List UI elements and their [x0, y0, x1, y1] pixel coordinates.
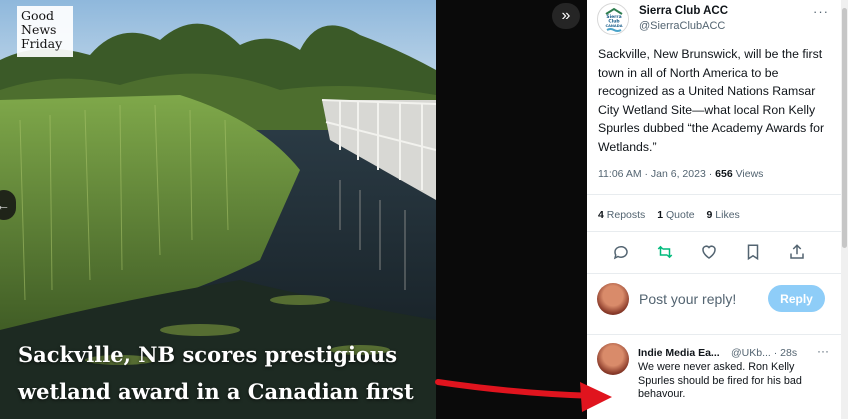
good-news-friday-logo: Good News Friday	[17, 6, 73, 57]
sierra-club-avatar[interactable]: Sierra Club CANADA	[597, 3, 629, 35]
divider	[587, 194, 841, 195]
reply-icon[interactable]	[611, 243, 631, 263]
tweet-text: Sackville, New Brunswick, will be the fi…	[598, 47, 825, 154]
arrow-left-icon: ←	[0, 197, 10, 213]
reposts-stat[interactable]: 4 Reposts	[598, 209, 645, 221]
user-avatar[interactable]	[597, 283, 629, 315]
author-handle[interactable]: @SierraClubACC	[639, 20, 725, 32]
tweet-actions	[611, 243, 821, 263]
tweet-time[interactable]: 11:06 AM · Jan 6, 2023 ·	[598, 168, 715, 180]
red-arrow-annotation	[435, 379, 612, 412]
tweet-timestamp: 11:06 AM · Jan 6, 2023 · 656 Views	[598, 168, 763, 180]
more-options-icon[interactable]: ···	[813, 4, 829, 19]
reply-composer: Reply	[597, 283, 837, 315]
article-headline: Sackville, NB scores prestigious wetland…	[18, 336, 436, 410]
more-options-icon[interactable]: ···	[817, 344, 829, 358]
reply-text: We were never asked. Ron Kelly Spurles s…	[638, 361, 802, 401]
expand-panel-button[interactable]: »	[552, 3, 580, 29]
screenshot-frame: Good News Friday ← Sackville, NB scores …	[0, 0, 848, 419]
tweet-author-row[interactable]: Sierra Club CANADA Sierra Club ACC @Sier…	[597, 2, 837, 36]
tweet-panel: Sierra Club CANADA Sierra Club ACC @Sier…	[587, 0, 841, 419]
logo-line-1: Good	[21, 8, 55, 23]
reply-author-handle[interactable]: @UKb... · 28s	[731, 347, 797, 359]
svg-text:CANADA: CANADA	[606, 24, 623, 28]
divider	[587, 334, 841, 335]
scrollbar-thumb[interactable]	[842, 8, 847, 248]
article-photo[interactable]: Good News Friday ← Sackville, NB scores …	[0, 0, 436, 419]
reply-input[interactable]	[639, 288, 769, 310]
likes-stat[interactable]: 9 Likes	[707, 209, 740, 221]
quotes-stat[interactable]: 1 Quote	[657, 209, 694, 221]
repost-icon[interactable]	[655, 243, 675, 263]
likes-count: 9	[706, 209, 713, 221]
headline-line-1: Sackville, NB scores prestigious	[18, 342, 398, 367]
headline-line-2: wetland award in a Canadian first	[18, 379, 414, 404]
reply-tweet[interactable]: Indie Media Ea... @UKb... · 28s ··· We w…	[597, 342, 837, 419]
double-chevron-right-icon: »	[561, 7, 571, 24]
divider	[587, 273, 841, 274]
quotes-count: 1	[657, 209, 664, 221]
author-name[interactable]: Sierra Club ACC	[639, 5, 728, 17]
divider	[587, 231, 841, 232]
share-icon[interactable]	[787, 243, 807, 263]
reposts-count: 4	[598, 209, 604, 221]
dark-backdrop: »	[436, 0, 587, 419]
reply-author-name[interactable]: Indie Media Ea...	[638, 347, 720, 359]
likes-label: Likes	[715, 209, 740, 221]
views-label: Views	[732, 168, 764, 180]
bookmark-icon[interactable]	[743, 243, 763, 263]
reposts-label: Reposts	[606, 209, 646, 221]
sierra-club-logo-icon: Sierra Club CANADA	[599, 5, 628, 34]
reply-button[interactable]: Reply	[768, 285, 825, 312]
engagement-stats: 4 Reposts 1 Quote 9 Likes	[598, 209, 749, 221]
scrollbar[interactable]	[841, 0, 848, 419]
quotes-label: Quote	[665, 209, 695, 221]
like-icon[interactable]	[699, 243, 719, 263]
views-count: 656	[715, 168, 733, 180]
logo-line-3: Friday	[21, 36, 63, 51]
logo-line-2: News	[21, 22, 57, 37]
